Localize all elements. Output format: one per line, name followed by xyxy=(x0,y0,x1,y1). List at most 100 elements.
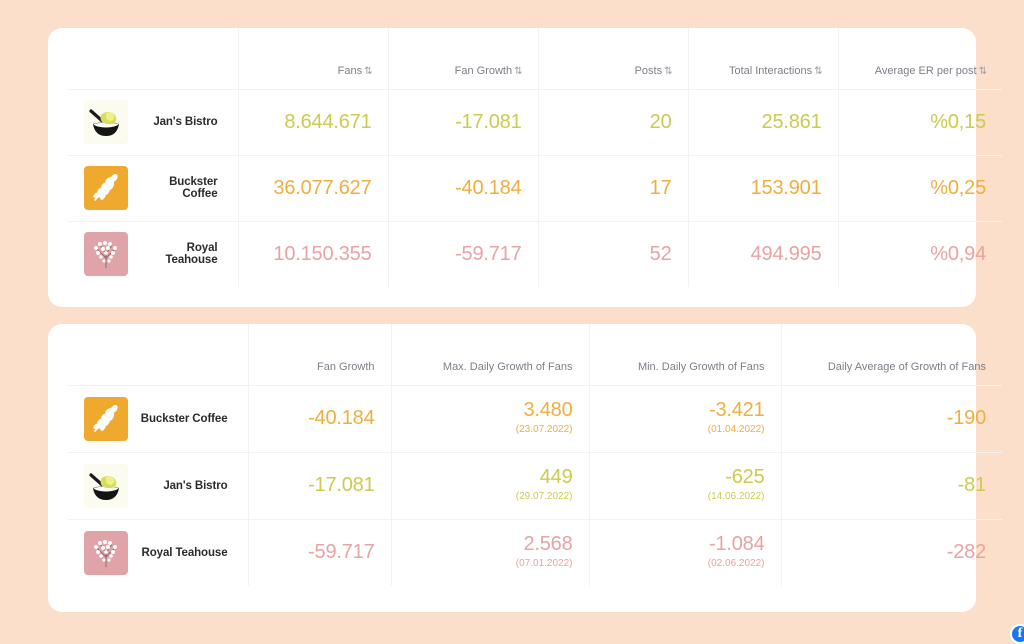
growth-header-min-daily[interactable]: Min. Daily Growth of Fans xyxy=(589,324,781,385)
account-name: Jan's Bistro xyxy=(138,116,218,128)
metric-value: -190 xyxy=(947,407,986,429)
growth-header-max-daily[interactable]: Max. Daily Growth of Fans xyxy=(391,324,589,385)
blossom-avatar-icon xyxy=(84,531,128,575)
growth-cell-account: Royal Teahouse f xyxy=(68,519,248,586)
account-cell[interactable]: Buckster Coffee f xyxy=(84,397,232,441)
metric-value: -40.184 xyxy=(308,407,374,429)
sort-icon[interactable]: ⇅ xyxy=(664,66,671,77)
growth-cell-min-daily: -1.084 (02.06.2022) xyxy=(589,519,781,586)
overview-cell-account: Buckster Coffee f xyxy=(68,155,238,221)
sort-icon[interactable]: ⇅ xyxy=(364,66,371,77)
metric-date: (01.04.2022) xyxy=(606,422,765,438)
avatar xyxy=(84,464,128,508)
overview-table-body: Jan's Bistro f 8.644.671 -17.081 20 25.8… xyxy=(68,89,1002,287)
metric-value: 20 xyxy=(650,111,672,133)
overview-header-posts[interactable]: Posts⇅ xyxy=(538,28,688,89)
account-cell[interactable]: Buckster Coffee f xyxy=(84,166,222,210)
table-row[interactable]: Buckster Coffee f -40.184 3.480 (23.07.2… xyxy=(68,385,1002,452)
growth-cell-min-daily: -3.421 (01.04.2022) xyxy=(589,385,781,452)
overview-cell-account: Royal Teahouse f xyxy=(68,221,238,287)
metric-value: -17.081 xyxy=(455,111,521,133)
overview-header-fans[interactable]: Fans⇅ xyxy=(238,28,388,89)
overview-header-fan-growth-label: Fan Growth xyxy=(455,65,512,77)
table-row[interactable]: Royal Teahouse f -59.717 2.568 (07.01.20… xyxy=(68,519,1002,586)
account-cell[interactable]: Royal Teahouse f xyxy=(84,531,232,575)
metric-date: (29.07.2022) xyxy=(408,489,573,505)
overview-header-fan-growth[interactable]: Fan Growth⇅ xyxy=(388,28,538,89)
overview-cell-posts: 52 xyxy=(538,221,688,287)
metric-value: -1.084 xyxy=(709,533,765,555)
metric-value: 153.901 xyxy=(751,177,822,199)
overview-header-average-er-label: Average ER per post xyxy=(875,65,977,77)
growth-header-daily-average[interactable]: Daily Average of Growth of Fans xyxy=(781,324,1002,385)
metric-value: 2.568 xyxy=(523,533,572,555)
account-name: Buckster Coffee xyxy=(138,413,228,425)
metric-value: -625 xyxy=(725,466,764,488)
fan-growth-detail-card: Fan Growth Max. Daily Growth of Fans Min… xyxy=(48,324,976,612)
table-row[interactable]: Jan's Bistro f 8.644.671 -17.081 20 25.8… xyxy=(68,89,1002,155)
overview-cell-average-er: %0,15 xyxy=(838,89,1002,155)
metric-value: 17 xyxy=(650,177,672,199)
overview-header-total-interactions[interactable]: Total Interactions⇅ xyxy=(688,28,838,89)
growth-header-fan-growth[interactable]: Fan Growth xyxy=(248,324,391,385)
overview-metrics-card: Fans⇅ Fan Growth⇅ Posts⇅ Total Interacti… xyxy=(48,28,976,307)
fan-growth-table: Fan Growth Max. Daily Growth of Fans Min… xyxy=(68,324,1002,586)
overview-metrics-table: Fans⇅ Fan Growth⇅ Posts⇅ Total Interacti… xyxy=(68,28,1002,287)
avatar xyxy=(84,166,128,210)
account-name: Royal Teahouse xyxy=(138,547,228,559)
growth-cell-fan-growth: -17.081 xyxy=(248,452,391,519)
account-cell[interactable]: Royal Teahouse f xyxy=(84,232,222,276)
bowl-avatar-icon xyxy=(84,100,128,144)
overview-cell-average-er: %0,25 xyxy=(838,155,1002,221)
growth-cell-daily-average: -190 xyxy=(781,385,1002,452)
metric-date: (02.06.2022) xyxy=(606,556,765,572)
growth-cell-max-daily: 3.480 (23.07.2022) xyxy=(391,385,589,452)
overview-header-posts-label: Posts xyxy=(635,65,663,77)
overview-header-average-er[interactable]: Average ER per post⇅ xyxy=(838,28,1002,89)
avatar xyxy=(84,232,128,276)
table-row[interactable]: Buckster Coffee f 36.077.627 -40.184 17 … xyxy=(68,155,1002,221)
metric-value: %0,94 xyxy=(930,243,986,265)
growth-cell-account: Jan's Bistro f xyxy=(68,452,248,519)
table-row[interactable]: Jan's Bistro f -17.081 449 (29.07.2022) … xyxy=(68,452,1002,519)
metric-value: -282 xyxy=(947,541,986,563)
metric-value: %0,15 xyxy=(930,111,986,133)
avatar xyxy=(84,531,128,575)
overview-cell-total-interactions: 153.901 xyxy=(688,155,838,221)
overview-cell-fan-growth: -17.081 xyxy=(388,89,538,155)
growth-cell-daily-average: -81 xyxy=(781,452,1002,519)
overview-cell-total-interactions: 25.861 xyxy=(688,89,838,155)
overview-header-fans-label: Fans xyxy=(338,65,362,77)
wheat-avatar-icon xyxy=(84,166,128,210)
avatar xyxy=(84,100,128,144)
metric-value: 25.861 xyxy=(762,111,822,133)
sort-icon[interactable]: ⇅ xyxy=(979,66,986,77)
overview-header-total-interactions-label: Total Interactions xyxy=(729,65,812,77)
table-row[interactable]: Royal Teahouse f 10.150.355 -59.717 52 4… xyxy=(68,221,1002,287)
metric-value: -3.421 xyxy=(709,399,765,421)
account-cell[interactable]: Jan's Bistro f xyxy=(84,100,222,144)
overview-header-row: Fans⇅ Fan Growth⇅ Posts⇅ Total Interacti… xyxy=(68,28,1002,89)
metric-value: -59.717 xyxy=(455,243,521,265)
overview-cell-total-interactions: 494.995 xyxy=(688,221,838,287)
avatar xyxy=(84,397,128,441)
account-name: Jan's Bistro xyxy=(138,480,228,492)
sort-icon[interactable]: ⇅ xyxy=(814,66,821,77)
growth-header-account xyxy=(68,324,248,385)
sort-icon[interactable]: ⇅ xyxy=(514,66,521,77)
overview-header-account xyxy=(68,28,238,89)
metric-value: -40.184 xyxy=(455,177,521,199)
metric-date: (14.06.2022) xyxy=(606,489,765,505)
growth-header-row: Fan Growth Max. Daily Growth of Fans Min… xyxy=(68,324,1002,385)
overview-cell-average-er: %0,94 xyxy=(838,221,1002,287)
metric-value: 449 xyxy=(540,466,573,488)
account-cell[interactable]: Jan's Bistro f xyxy=(84,464,232,508)
metric-value: 3.480 xyxy=(523,399,572,421)
overview-cell-fans: 36.077.627 xyxy=(238,155,388,221)
metric-value: 8.644.671 xyxy=(284,111,371,133)
overview-table-header: Fans⇅ Fan Growth⇅ Posts⇅ Total Interacti… xyxy=(68,28,1002,89)
metric-date: (07.01.2022) xyxy=(408,556,573,572)
metric-value: -17.081 xyxy=(308,474,374,496)
facebook-badge-icon: f xyxy=(1010,624,1024,644)
overview-cell-fan-growth: -59.717 xyxy=(388,221,538,287)
